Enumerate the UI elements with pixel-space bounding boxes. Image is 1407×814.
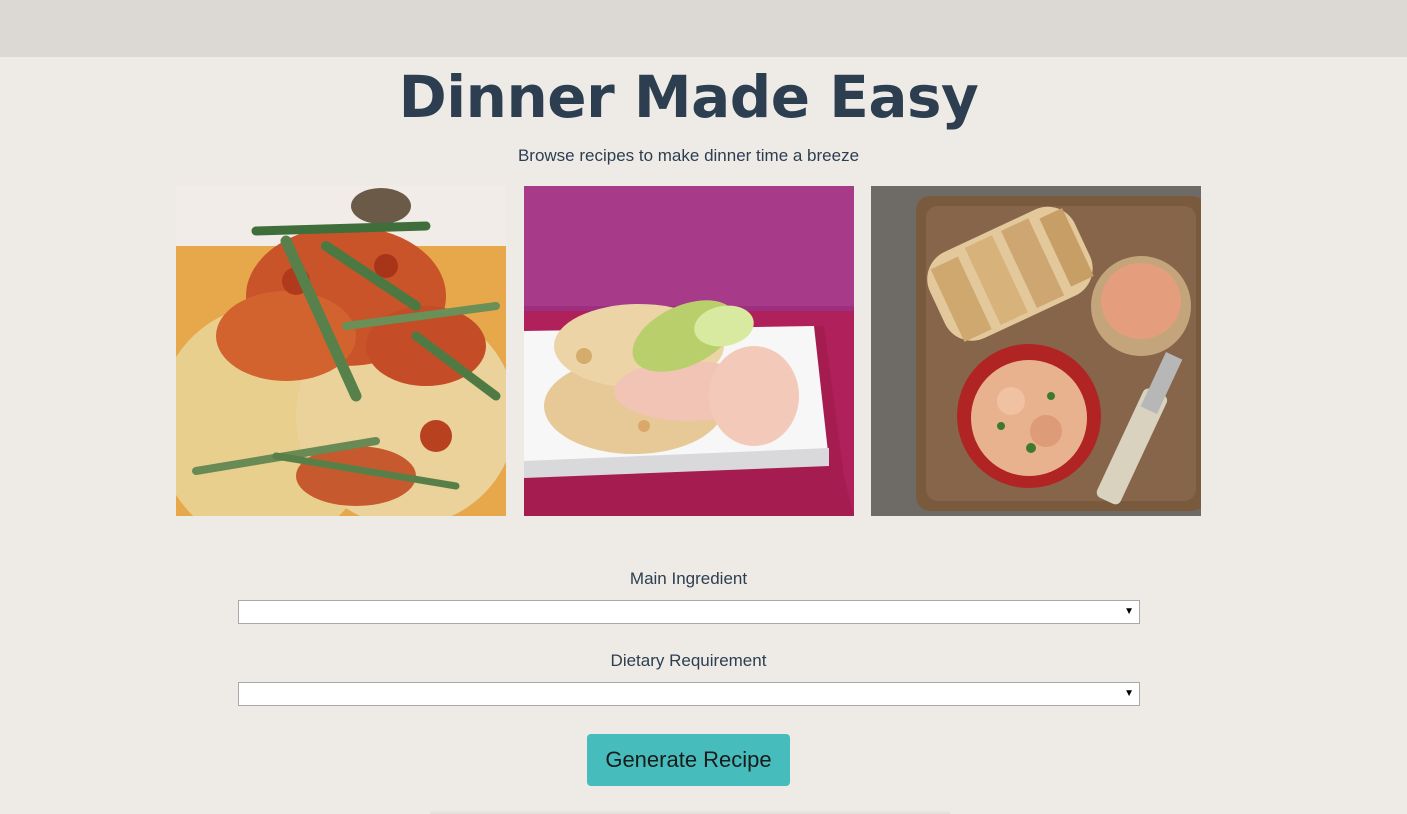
page-subtitle: Browse recipes to make dinner time a bre… — [517, 146, 860, 165]
top-bar — [0, 0, 1407, 57]
chicken-tarragon-photo — [176, 186, 506, 516]
chevron-down-icon: ▼ — [1124, 606, 1134, 617]
generate-recipe-button[interactable]: Generate Recipe — [587, 734, 790, 786]
dietary-requirement-label: Dietary Requirement — [610, 651, 767, 670]
page-title: Dinner Made Easy — [398, 63, 979, 131]
bottom-divider — [430, 810, 950, 814]
main-ingredient-label: Main Ingredient — [629, 569, 748, 588]
main-ingredient-select[interactable]: ▼ — [238, 600, 1140, 624]
ham-apple-biscuit-photo — [524, 186, 854, 516]
chevron-down-icon: ▼ — [1124, 688, 1134, 699]
dietary-requirement-select[interactable]: ▼ — [238, 682, 1140, 706]
salmon-spread-bread-photo — [871, 186, 1201, 516]
